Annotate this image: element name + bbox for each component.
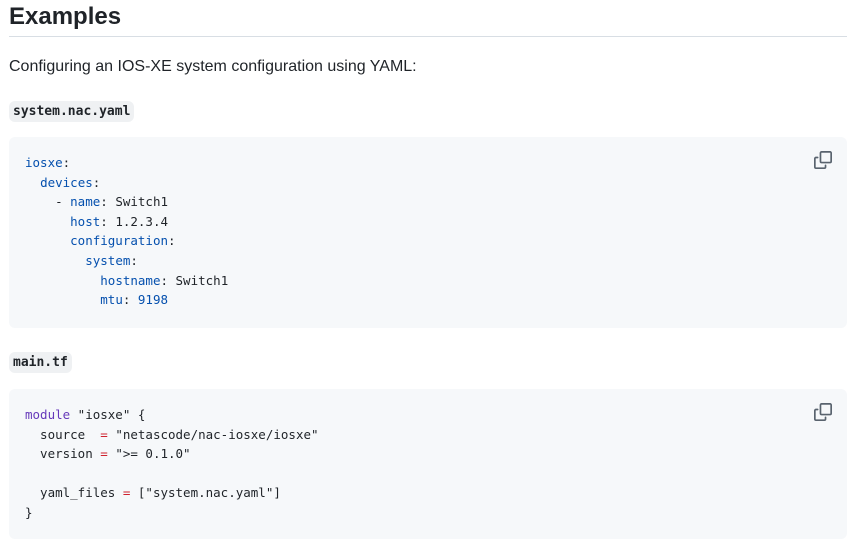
code-token: host	[70, 213, 101, 229]
code-content-yaml: iosxe: devices: - name: Switch1 host: 1.…	[25, 153, 228, 310]
code-token: :	[92, 174, 101, 190]
code-token: -	[25, 194, 71, 210]
code-line: hostname: Switch1	[25, 273, 228, 288]
code-token: name	[70, 194, 101, 210]
code-line: }	[25, 505, 33, 520]
filename-label-yaml: system.nac.yaml	[9, 101, 135, 122]
code-line: mtu: 9198	[25, 292, 168, 307]
code-token: : Switch1	[160, 272, 229, 288]
code-token: }	[25, 504, 33, 520]
code-token: "netascode/nac-iosxe/iosxe"	[107, 426, 319, 442]
code-token: yaml_files	[25, 485, 123, 501]
code-line: system:	[25, 253, 138, 268]
code-token: devices	[40, 174, 93, 190]
code-line: iosxe:	[25, 155, 70, 170]
code-line: module "iosxe" {	[25, 407, 145, 422]
code-token: source	[25, 426, 101, 442]
heading-divider	[9, 36, 847, 37]
code-token: ">= 0.1.0"	[107, 446, 191, 462]
code-token: iosxe	[25, 155, 63, 170]
filename-label-tf: main.tf	[9, 352, 72, 373]
code-line: devices:	[25, 175, 100, 190]
code-token: "iosxe" {	[70, 407, 146, 422]
code-content-tf: module "iosxe" { source = "netascode/nac…	[25, 405, 319, 523]
code-token: mtu	[100, 292, 123, 308]
code-line: source = "netascode/nac-iosxe/iosxe"	[25, 426, 319, 442]
code-line: version = ">= 0.1.0"	[25, 446, 191, 461]
code-token: configuration	[70, 233, 168, 249]
code-token: :	[122, 292, 138, 308]
code-line: configuration:	[25, 233, 176, 249]
code-token: :	[62, 155, 71, 170]
code-token: :	[130, 252, 138, 268]
code-token: : 1.2.3.4	[100, 213, 168, 229]
code-token: hostname	[100, 272, 161, 288]
code-token: version	[25, 446, 101, 462]
code-line: host: 1.2.3.4	[25, 214, 168, 229]
code-block-yaml: iosxe: devices: - name: Switch1 host: 1.…	[9, 137, 847, 328]
copy-icon[interactable]	[814, 403, 832, 421]
code-token: ["system.nac.yaml"]	[130, 485, 281, 501]
code-token: 9198	[137, 292, 169, 308]
code-block-tf: module "iosxe" { source = "netascode/nac…	[9, 389, 847, 539]
code-token: : Switch1	[100, 194, 168, 210]
code-line: yaml_files = ["system.nac.yaml"]	[25, 485, 281, 500]
code-token: :	[168, 233, 176, 249]
code-token: =	[100, 446, 108, 462]
code-token: system	[85, 252, 131, 268]
intro-text: Configuring an IOS-XE system configurati…	[9, 58, 417, 75]
section-heading: Examples	[9, 3, 122, 30]
copy-icon[interactable]	[814, 151, 832, 169]
code-line: - name: Switch1	[25, 194, 168, 209]
readme-section: Examples Configuring an IOS-XE system co…	[0, 0, 857, 550]
code-token: =	[100, 426, 108, 442]
code-token: module	[25, 407, 71, 422]
